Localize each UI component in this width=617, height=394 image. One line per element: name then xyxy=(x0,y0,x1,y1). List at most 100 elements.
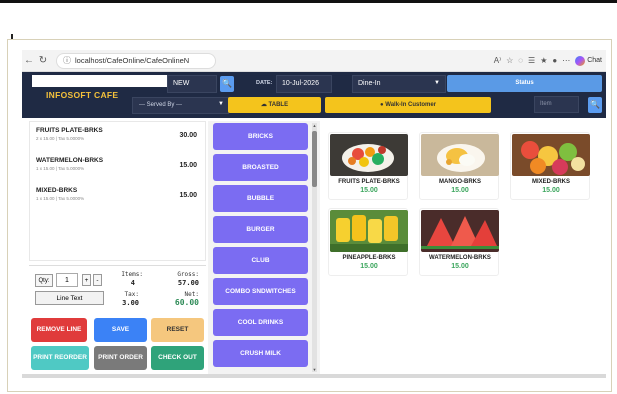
order-line-detail: 2 x 15.00 | Tax 5.0000% xyxy=(36,136,85,141)
favorite-icon[interactable]: ☆ xyxy=(506,56,513,65)
browser-toolbar: ← ↻ ⓘ localhost/CafeOnline/CafeOnlineN A… xyxy=(22,50,606,72)
product-price: 15.00 xyxy=(542,187,560,194)
app-header: NEW 🔍 DATE: 10-Jul-2026 Dine-In ▼ Status… xyxy=(22,72,606,118)
read-aloud-icon[interactable]: A⁾ xyxy=(494,56,501,65)
product-name: MANGO-BRKS xyxy=(439,179,481,185)
scroll-down-icon[interactable]: ▼ xyxy=(312,367,317,372)
product-name: WATERMELON-BRKS xyxy=(429,255,491,261)
qty-decrement-button[interactable]: - xyxy=(93,274,102,286)
category-list: BRICKS BROASTED BUBBLE BURGER CLUB COMBO… xyxy=(208,121,320,374)
table-icon: ☁ xyxy=(260,102,269,108)
category-button[interactable]: BRICKS xyxy=(213,123,308,150)
items-count-label: Items: xyxy=(121,271,143,278)
product-card[interactable]: WATERMELON-BRKS 15.00 xyxy=(419,208,499,276)
order-type-field[interactable]: NEW xyxy=(167,75,217,93)
product-grid: FRUITS PLATE-BRKS 15.00 MANGO-BRKS 15.00 xyxy=(320,121,606,374)
product-name: MIXED-BRKS xyxy=(531,179,570,185)
profile-icon[interactable]: ● xyxy=(552,56,557,65)
order-line[interactable]: WATERMELON-BRKS 1 x 15.00 | Tax 5.0000% … xyxy=(30,152,205,182)
extensions-icon[interactable]: ☰ xyxy=(528,56,535,65)
reset-button[interactable]: RESET xyxy=(151,318,204,342)
order-line-name: FRUITS PLATE-BRKS xyxy=(36,127,103,134)
net-value: 60.00 xyxy=(174,298,199,307)
net-label: Net: xyxy=(184,291,199,298)
product-card[interactable]: MANGO-BRKS 15.00 xyxy=(419,132,499,200)
qty-input[interactable]: 1 xyxy=(56,273,78,287)
chat-logo-icon xyxy=(575,55,586,66)
order-line[interactable]: MIXED-BRKS 1 x 15.00 | Tax 5.0000% 15.00 xyxy=(30,182,205,212)
tax-value: 3.00 xyxy=(122,299,139,307)
product-image xyxy=(512,134,590,176)
product-image xyxy=(421,134,499,176)
gross-label: Gross: xyxy=(177,271,199,278)
category-button[interactable]: CRUSH MILK xyxy=(213,340,308,367)
order-line-price: 15.00 xyxy=(179,162,197,169)
order-line-detail: 1 x 15.00 | Tax 5.0000% xyxy=(36,196,85,201)
customer-label: Walk-In Customer xyxy=(385,102,437,108)
chevron-down-icon: ▼ xyxy=(434,80,440,86)
status-button[interactable]: Status xyxy=(447,75,602,92)
product-image xyxy=(421,210,499,252)
category-button[interactable]: COMBO SNDWITCHES xyxy=(213,278,308,305)
top-rule xyxy=(0,0,617,3)
window-bottom-edge xyxy=(22,374,606,378)
category-button[interactable]: BURGER xyxy=(213,216,308,243)
order-line-name: WATERMELON-BRKS xyxy=(36,157,104,164)
table-button[interactable]: ☁ TABLE xyxy=(228,97,321,113)
order-number-input[interactable] xyxy=(32,75,167,87)
category-button[interactable]: BUBBLE xyxy=(213,185,308,212)
search-icon: 🔍 xyxy=(590,100,600,109)
more-icon[interactable]: ⋯ xyxy=(562,56,570,65)
item-search-button[interactable]: 🔍 xyxy=(588,97,602,113)
print-order-button[interactable]: PRINT ORDER xyxy=(94,346,147,370)
order-list: FRUITS PLATE-BRKS 2 x 15.00 | Tax 5.0000… xyxy=(29,121,206,261)
dine-option-select[interactable]: Dine-In ▼ xyxy=(352,75,446,93)
check-out-button[interactable]: CHECK OUT xyxy=(151,346,204,370)
search-order-button[interactable]: 🔍 xyxy=(220,76,234,92)
product-price: 15.00 xyxy=(451,263,469,270)
print-reorder-button[interactable]: PRINT REORDER xyxy=(31,346,89,370)
category-button[interactable]: CLUB xyxy=(213,247,308,274)
scrollbar-thumb[interactable] xyxy=(312,131,317,187)
search-icon: 🔍 xyxy=(222,79,232,88)
page: ← ↻ ⓘ localhost/CafeOnline/CafeOnlineN A… xyxy=(0,0,617,394)
refresh-icon[interactable]: ↻ xyxy=(36,55,50,66)
items-count-value: 4 xyxy=(130,279,135,287)
date-field[interactable]: 10-Jul-2026 xyxy=(276,75,332,93)
product-name: PINEAPPLE-BRKS xyxy=(342,255,396,261)
order-line-name: MIXED-BRKS xyxy=(36,187,78,194)
order-totals: Qty: 1 + - Line Text Items: 4 Gross: 57.… xyxy=(29,265,206,310)
customer-button[interactable]: ● Walk-In Customer xyxy=(325,97,491,113)
back-icon[interactable]: ← xyxy=(22,55,36,66)
chat-label: Chat xyxy=(587,57,602,64)
remove-line-button[interactable]: REMOVE LINE xyxy=(31,318,87,342)
order-line-detail: 1 x 15.00 | Tax 5.0000% xyxy=(36,166,85,171)
qty-increment-button[interactable]: + xyxy=(82,274,91,286)
served-by-select[interactable]: --- Served By --- ▼ xyxy=(132,97,229,114)
category-button[interactable]: COOL DRINKS xyxy=(213,309,308,336)
product-name: FRUITS PLATE-BRKS xyxy=(338,179,400,185)
product-card[interactable]: MIXED-BRKS 15.00 xyxy=(510,132,590,200)
category-scrollbar[interactable]: ▲ ▼ xyxy=(312,123,317,372)
item-search-input[interactable]: Item xyxy=(534,96,579,113)
info-icon: ⓘ xyxy=(63,56,71,65)
scroll-up-icon[interactable]: ▲ xyxy=(312,123,317,128)
chevron-down-icon: ▼ xyxy=(218,101,224,107)
category-button[interactable]: BROASTED xyxy=(213,154,308,181)
product-price: 15.00 xyxy=(451,187,469,194)
chat-button[interactable]: Chat xyxy=(575,55,602,66)
date-label: DATE: xyxy=(256,80,273,86)
app-logo: INFOSOFT CAFE xyxy=(46,90,119,100)
copilot-icon[interactable]: ◌ xyxy=(518,56,523,65)
save-button[interactable]: SAVE xyxy=(94,318,147,342)
product-card[interactable]: FRUITS PLATE-BRKS 15.00 xyxy=(328,132,408,200)
product-card[interactable]: PINEAPPLE-BRKS 15.00 xyxy=(328,208,408,276)
url-text: localhost/CafeOnline/CafeOnlineN xyxy=(75,56,190,65)
browser-actions: A⁾ ☆ ◌ ☰ ★ ● ⋯ Chat xyxy=(494,55,606,66)
address-bar[interactable]: ⓘ localhost/CafeOnline/CafeOnlineN xyxy=(56,52,216,69)
favorites-bar-icon[interactable]: ★ xyxy=(540,56,547,65)
line-text-button[interactable]: Line Text xyxy=(35,291,104,305)
qty-label: Qty: xyxy=(35,274,53,287)
product-image xyxy=(330,134,408,176)
order-line[interactable]: FRUITS PLATE-BRKS 2 x 15.00 | Tax 5.0000… xyxy=(30,122,205,152)
